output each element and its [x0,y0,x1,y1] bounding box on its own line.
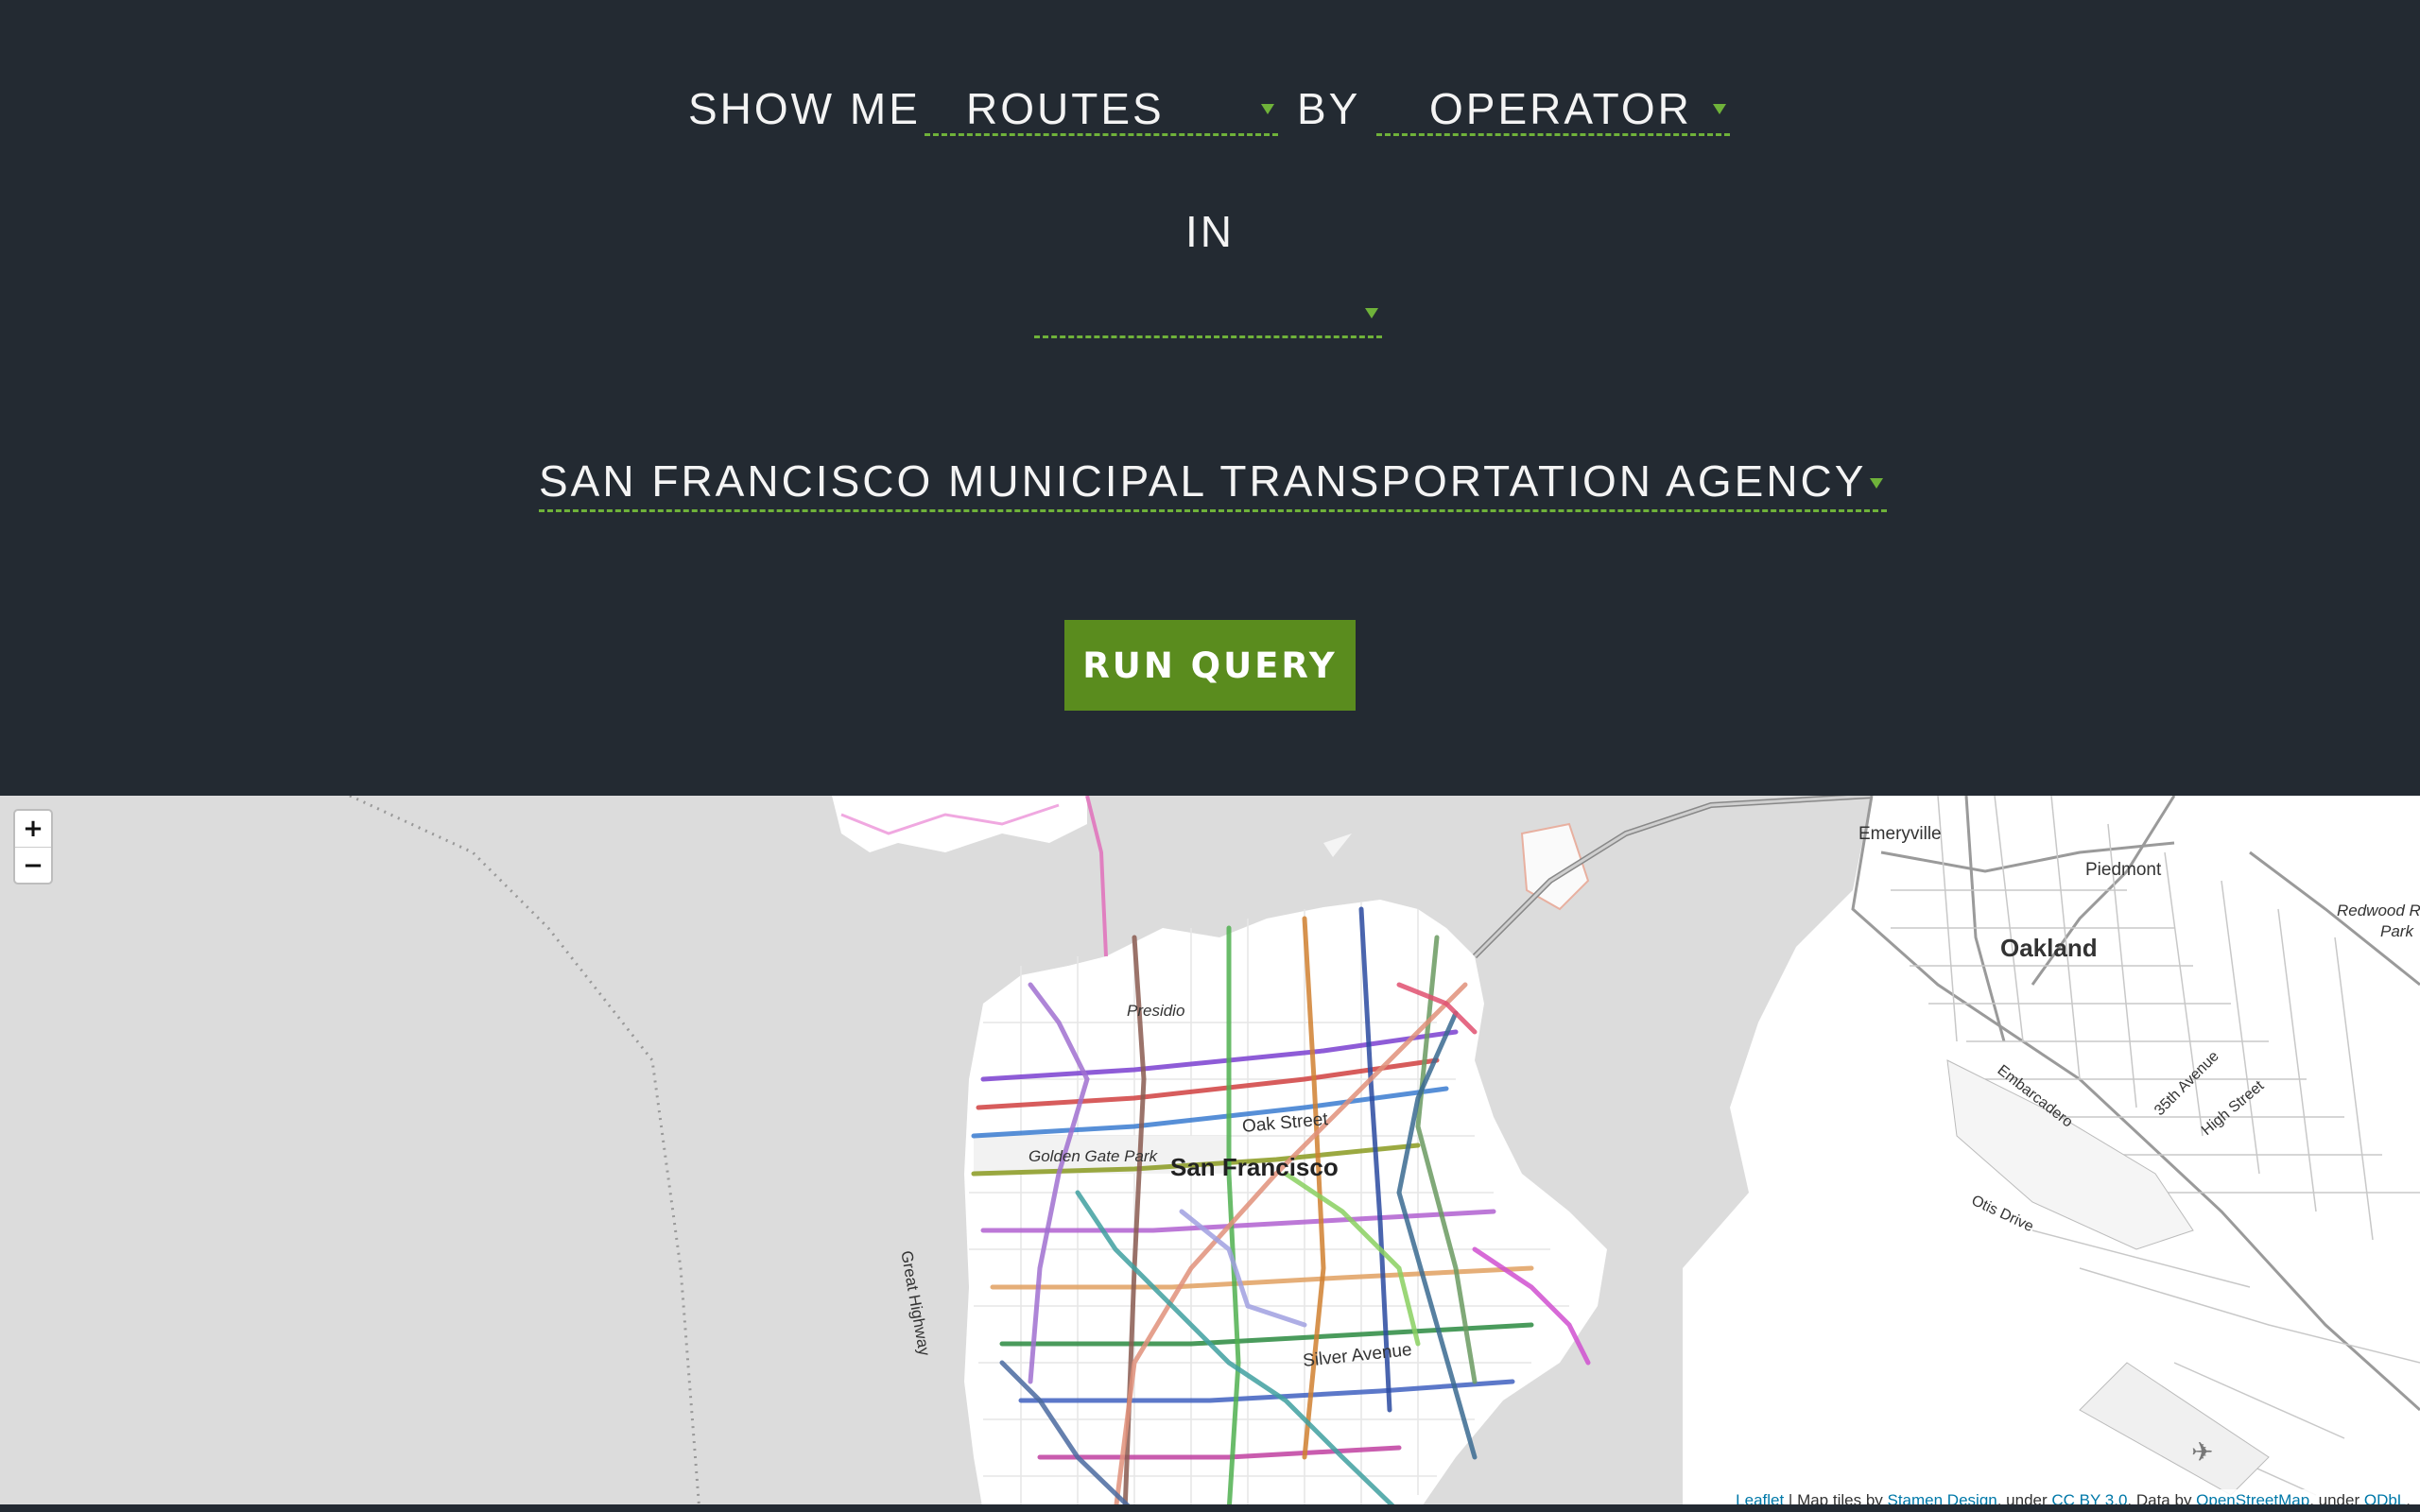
run-query-button[interactable]: RUN QUERY [1064,620,1356,711]
region-select[interactable] [1034,282,1382,338]
measure-select[interactable]: ROUTES [925,74,1278,136]
grouping-select[interactable]: OPERATOR [1376,74,1730,136]
in-label: IN [1185,207,1235,256]
by-label: BY [1297,84,1361,133]
chevron-down-icon [1365,308,1378,318]
bottom-strip [0,1504,2420,1512]
map-label-presidio: Presidio [1127,1002,1185,1020]
operator-select-value: SAN FRANCISCO MUNICIPAL TRANSPORTATION A… [539,456,1867,506]
chevron-down-icon [1713,104,1726,114]
chevron-down-icon [1261,104,1274,114]
map-label-piedmont: Piedmont [2085,860,2162,880]
zoom-control: + − [13,809,53,885]
map-label-emeryville: Emeryville [1858,824,1942,844]
airport-icon: ✈ [2191,1437,2214,1467]
map[interactable]: Emeryville Piedmont Oakland Redwood Re P… [0,796,2420,1512]
map-label-park: Park [2380,922,2413,940]
query-panel: SHOW ME ROUTES BY OPERATOR IN SAN FRANCI… [0,0,2420,796]
map-label-san-francisco: San Francisco [1170,1153,1339,1181]
chevron-down-icon [1870,478,1883,489]
show-me-label: SHOW ME [688,84,921,133]
map-label-oakland: Oakland [2000,934,2098,962]
grouping-select-value: OPERATOR [1429,84,1692,133]
zoom-out-button[interactable]: − [15,847,51,883]
operator-select[interactable]: SAN FRANCISCO MUNICIPAL TRANSPORTATION A… [539,446,1887,512]
map-label-golden-gate-park: Golden Gate Park [1028,1147,1158,1165]
map-label-redwood: Redwood Re [2337,902,2420,919]
zoom-in-button[interactable]: + [15,811,51,847]
measure-select-value: ROUTES [966,84,1165,133]
